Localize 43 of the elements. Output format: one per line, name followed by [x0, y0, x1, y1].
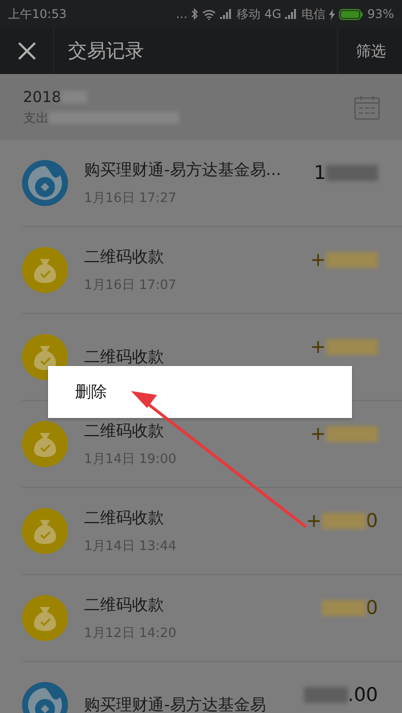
transaction-title: 二维码收款 [84, 346, 165, 368]
month-label: 2018 [23, 88, 62, 106]
charging-bolt-icon [329, 8, 336, 20]
transaction-title: 二维码收款 [84, 420, 165, 442]
redacted-amount [304, 687, 348, 703]
amount-text: 0 [366, 597, 378, 619]
money-bag-icon [22, 247, 68, 293]
amount-text: + [310, 336, 326, 358]
signal-icon [220, 9, 232, 19]
transaction-title: 二维码收款 [84, 246, 165, 268]
redacted-amount [322, 600, 366, 616]
carrier-name: 移动 [236, 6, 260, 22]
more-dots: ... [176, 7, 188, 21]
wifi-icon [202, 8, 216, 20]
amount-text: + [306, 510, 322, 532]
transaction-title: 二维码收款 [84, 508, 165, 528]
fund-logo-icon [22, 160, 68, 206]
redacted-amount [326, 165, 378, 181]
redacted-amount [326, 252, 378, 268]
amount-text: .00 [348, 684, 378, 706]
amount-text: + [310, 249, 326, 271]
bluetooth-icon [191, 8, 198, 20]
transaction-title: 二维码收款 [84, 594, 165, 616]
redacted-amount [326, 339, 378, 355]
redacted-amount [322, 513, 366, 529]
network-type: 4G [264, 7, 282, 21]
money-bag-icon [22, 421, 68, 467]
page-title: 交易记录 [68, 39, 145, 64]
battery-percent: 93% [367, 7, 394, 21]
transaction-title: 购买理财通-易方达基金易... [84, 160, 282, 180]
redacted-amount [326, 426, 378, 442]
transaction-title: 购买理财通-易方达基金易 [84, 694, 267, 713]
carrier-name: 电信 [301, 6, 326, 22]
clock: 上午10:53 [8, 6, 67, 22]
delete-menu-item[interactable]: 删除 [48, 366, 352, 418]
amount-text: 1 [314, 162, 326, 184]
battery-icon [339, 8, 364, 20]
amount-text: + [310, 423, 326, 445]
money-bag-icon [22, 595, 68, 641]
money-bag-icon [22, 508, 68, 554]
amount-text: 0 [366, 510, 378, 532]
close-icon [18, 42, 36, 60]
signal-icon [285, 9, 298, 19]
